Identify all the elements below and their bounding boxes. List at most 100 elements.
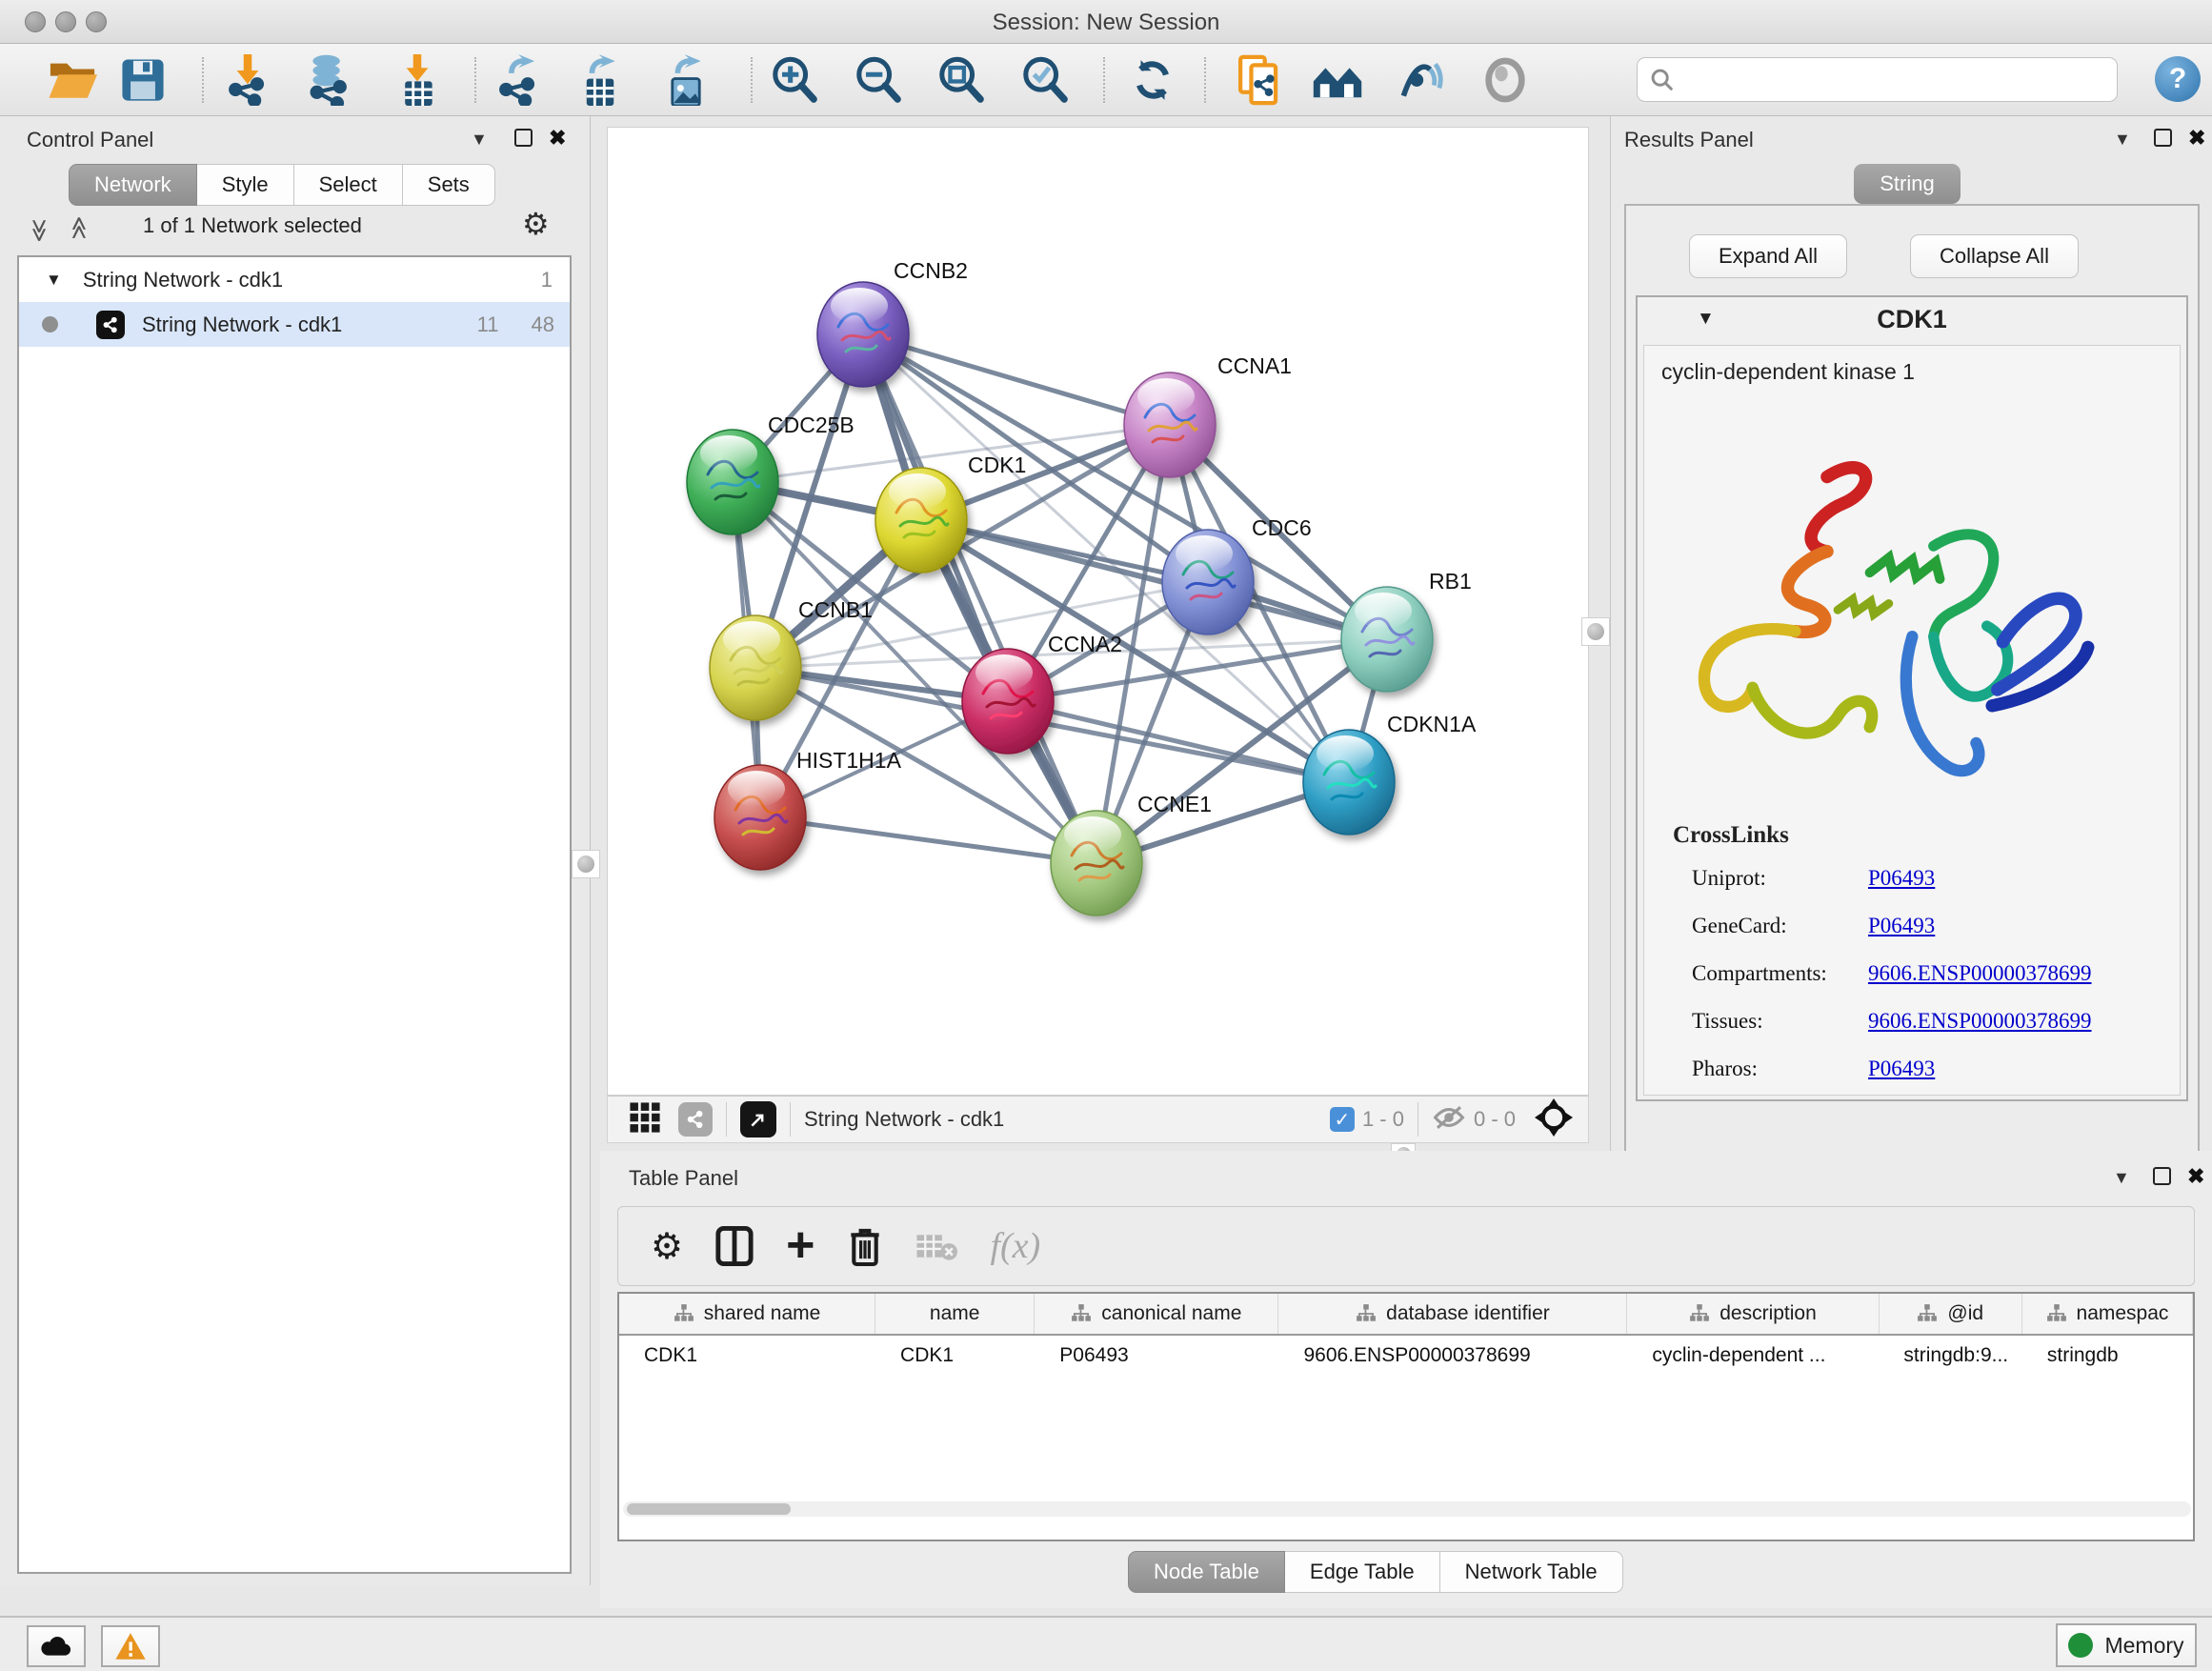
- right-splitter-handle[interactable]: [1581, 617, 1610, 646]
- center-view-crosshair-icon[interactable]: [1535, 1098, 1573, 1141]
- node-CDC25B[interactable]: [687, 430, 778, 534]
- save-session-icon[interactable]: [112, 53, 173, 107]
- tab-edge-table[interactable]: Edge Table: [1285, 1551, 1440, 1593]
- table-cell[interactable]: CDK1: [619, 1336, 875, 1376]
- table-cell[interactable]: P06493: [1035, 1336, 1278, 1376]
- network-options-gear-icon[interactable]: ⚙: [522, 206, 550, 242]
- node-CDC6[interactable]: [1162, 530, 1254, 634]
- help-button[interactable]: ?: [2155, 56, 2201, 102]
- export-network-icon[interactable]: [488, 53, 549, 107]
- control-panel-menu-caret-icon[interactable]: ▼: [471, 130, 488, 150]
- tab-style[interactable]: Style: [197, 164, 294, 206]
- expand-all-chevron-icon[interactable]: ≫: [66, 218, 93, 239]
- node-CDKN1A[interactable]: [1303, 730, 1395, 835]
- crosslink-link[interactable]: P06493: [1868, 1057, 1935, 1081]
- network-canvas[interactable]: CCNB2CCNA1CDC25BCDK1CDC6RB1CCNB1CCNA2CDK…: [607, 127, 1589, 1096]
- tab-string[interactable]: String: [1854, 164, 1961, 204]
- collapse-all-chevron-icon[interactable]: ≫: [26, 218, 53, 239]
- selected-checkbox-icon[interactable]: ✓: [1330, 1107, 1355, 1132]
- refresh-icon[interactable]: [1122, 53, 1183, 107]
- edge-HIST1H1A-CCNE1[interactable]: [760, 817, 1096, 863]
- tab-node-table[interactable]: Node Table: [1128, 1551, 1285, 1593]
- table-cell[interactable]: cyclin-dependent ...: [1627, 1336, 1879, 1376]
- tab-network[interactable]: Network: [69, 164, 197, 206]
- network-group-row[interactable]: ▼ String Network - cdk1 1: [19, 257, 570, 302]
- import-network-database-icon[interactable]: [297, 53, 358, 107]
- zoom-out-icon[interactable]: [848, 53, 909, 107]
- node-RB1[interactable]: [1341, 587, 1433, 692]
- home-icon[interactable]: [1307, 53, 1368, 107]
- table-horizontal-scrollbar[interactable]: [623, 1501, 2191, 1517]
- results-panel-menu-caret-icon[interactable]: ▼: [2114, 130, 2131, 150]
- edge-CCNB2-CCNE1[interactable]: [863, 334, 1096, 863]
- table-cell[interactable]: stringdb:9...: [1879, 1336, 2021, 1376]
- warnings-button[interactable]: [101, 1625, 160, 1667]
- node-CCNA2[interactable]: [962, 649, 1054, 754]
- node-CDK1[interactable]: [875, 468, 967, 573]
- import-table-icon[interactable]: [387, 53, 448, 107]
- collapse-all-button[interactable]: Collapse All: [1910, 234, 2079, 278]
- column-header-shared-name[interactable]: shared name: [619, 1294, 875, 1334]
- tab-network-table[interactable]: Network Table: [1440, 1551, 1623, 1593]
- delete-column-trash-icon[interactable]: [847, 1225, 883, 1267]
- open-file-icon[interactable]: [42, 53, 103, 107]
- results-panel-close-icon[interactable]: ✖: [2188, 128, 2205, 149]
- crosslink-link[interactable]: P06493: [1868, 866, 1935, 891]
- zoom-in-icon[interactable]: [764, 53, 825, 107]
- node-CCNE1[interactable]: [1051, 811, 1142, 916]
- memory-button[interactable]: Memory: [2056, 1623, 2197, 1667]
- node-HIST1H1A[interactable]: [714, 765, 806, 870]
- expand-all-button[interactable]: Expand All: [1689, 234, 1847, 278]
- control-panel-close-icon[interactable]: ✖: [549, 128, 566, 149]
- show-columns-icon[interactable]: [715, 1225, 754, 1267]
- column-header-@id[interactable]: @id: [1880, 1294, 2022, 1334]
- node-table[interactable]: shared namenamecanonical namedatabase id…: [617, 1292, 2195, 1541]
- node-CCNA1[interactable]: [1124, 372, 1216, 477]
- table-panel-float-icon[interactable]: [2153, 1167, 2171, 1185]
- tab-sets[interactable]: Sets: [403, 164, 495, 206]
- column-header-name[interactable]: name: [875, 1294, 1035, 1334]
- network-item-row[interactable]: String Network - cdk1 11 48: [19, 302, 570, 347]
- node-CCNB1[interactable]: [710, 615, 801, 720]
- show-panel-eye-icon[interactable]: [1475, 53, 1536, 107]
- tab-select[interactable]: Select: [294, 164, 403, 206]
- clone-network-icon[interactable]: [1229, 53, 1290, 107]
- search-field[interactable]: [1637, 57, 2118, 102]
- table-cell[interactable]: stringdb: [2022, 1336, 2193, 1376]
- column-header-canonical-name[interactable]: canonical name: [1035, 1294, 1278, 1334]
- zoom-selected-icon[interactable]: [1015, 53, 1076, 107]
- share-view-icon[interactable]: [678, 1102, 713, 1137]
- crosslink-link[interactable]: 9606.ENSP00000378699: [1868, 961, 2092, 986]
- edge-CCNB2-CCNA1[interactable]: [863, 334, 1170, 425]
- node-CCNB2[interactable]: [817, 282, 909, 387]
- table-cell[interactable]: CDK1: [875, 1336, 1035, 1376]
- crosslink-link[interactable]: P06493: [1868, 914, 1935, 938]
- hidden-eye-icon[interactable]: [1432, 1103, 1466, 1137]
- zoom-fit-icon[interactable]: [931, 53, 992, 107]
- table-settings-gear-icon[interactable]: ⚙: [651, 1225, 683, 1268]
- open-in-window-icon[interactable]: [740, 1101, 776, 1137]
- results-panel-float-icon[interactable]: [2154, 129, 2172, 147]
- table-panel-menu-caret-icon[interactable]: ▼: [2113, 1168, 2130, 1188]
- control-panel-float-icon[interactable]: [514, 129, 533, 147]
- export-table-icon[interactable]: [570, 53, 631, 107]
- table-cell[interactable]: 9606.ENSP00000378699: [1278, 1336, 1627, 1376]
- table-panel-close-icon[interactable]: ✖: [2187, 1166, 2204, 1187]
- column-header-description[interactable]: description: [1627, 1294, 1879, 1334]
- group-collapse-triangle-icon[interactable]: ▼: [46, 271, 62, 290]
- table-row[interactable]: CDK1CDK1P064939606.ENSP00000378699cyclin…: [619, 1336, 2193, 1376]
- left-splitter-handle[interactable]: [572, 850, 600, 878]
- birdseye-grid-icon[interactable]: [629, 1101, 661, 1138]
- crosslink-link[interactable]: 9606.ENSP00000378699: [1868, 1009, 2092, 1034]
- export-image-icon[interactable]: [655, 53, 716, 107]
- hide-panel-eye-icon[interactable]: [1389, 53, 1450, 107]
- edge-CCNA2-CDKN1A[interactable]: [1008, 701, 1349, 782]
- search-input[interactable]: [1676, 68, 2095, 92]
- scrollbar-thumb[interactable]: [627, 1503, 791, 1515]
- add-column-plus-icon[interactable]: +: [786, 1226, 814, 1266]
- column-header-namespac[interactable]: namespac: [2022, 1294, 2193, 1334]
- string-network-graph[interactable]: CCNB2CCNA1CDC25BCDK1CDC6RB1CCNB1CCNA2CDK…: [608, 128, 1588, 1095]
- import-network-file-icon[interactable]: [217, 53, 278, 107]
- cloud-button[interactable]: [27, 1625, 86, 1667]
- column-header-database-identifier[interactable]: database identifier: [1278, 1294, 1627, 1334]
